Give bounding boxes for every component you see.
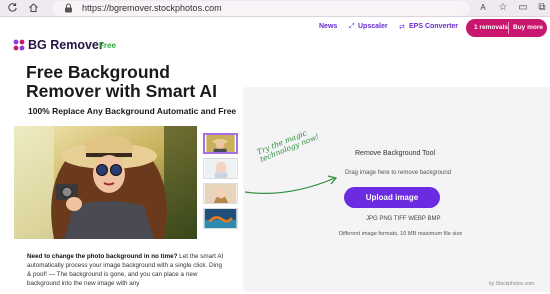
nav-news[interactable]: News xyxy=(319,23,337,30)
cta-divider xyxy=(508,22,509,34)
tool-title: Remove Background Tool xyxy=(355,150,436,157)
address-bar[interactable]: https://bgremover.stockphotos.com xyxy=(52,1,470,16)
read-aloud-icon[interactable]: A xyxy=(477,2,489,14)
drop-hint: Drag image here to remove background xyxy=(345,170,452,176)
nav-eps-converter[interactable]: EPS Converter xyxy=(409,23,458,30)
credit-link[interactable]: by Stockphotos.com xyxy=(489,281,534,287)
removals-cta[interactable]: 1 removals Buy more xyxy=(466,19,547,37)
upload-image-button[interactable]: Upload image xyxy=(344,187,440,208)
browser-toolbar: https://bgremover.stockphotos.com A ☆ ▭ … xyxy=(0,0,550,17)
supported-formats: JPG PNG TIFF WEBP BMP xyxy=(366,216,441,222)
url-text: https://bgremover.stockphotos.com xyxy=(82,3,222,13)
page-title: Free Background Remover with Smart AI xyxy=(26,62,217,101)
intro-paragraph: Need to change the photo background in n… xyxy=(27,252,225,288)
nav-upscaler[interactable]: Upscaler xyxy=(358,23,388,30)
upscaler-icon: ⤢ xyxy=(349,23,355,30)
refresh-icon[interactable] xyxy=(6,2,18,14)
sample-thumbnail[interactable] xyxy=(203,183,238,204)
favorite-icon[interactable]: ☆ xyxy=(497,2,509,14)
hero-photo xyxy=(14,126,197,239)
removals-count[interactable]: 1 removals xyxy=(474,24,508,31)
logo-name[interactable]: BG Remover xyxy=(28,38,104,52)
free-badge: Free xyxy=(99,41,116,50)
logo-icon[interactable] xyxy=(13,39,25,51)
file-size-note: Different image formats, 10 MB maximum f… xyxy=(339,231,463,237)
sample-thumbnail[interactable] xyxy=(203,208,238,229)
buy-more-button[interactable]: Buy more xyxy=(513,24,543,31)
sample-thumbnail[interactable] xyxy=(203,158,238,179)
sample-thumbnail[interactable] xyxy=(203,133,238,154)
arrow-icon xyxy=(244,175,338,194)
eps-converter-icon: ⇄ xyxy=(399,24,405,31)
lock-icon xyxy=(65,3,72,13)
page-subtitle: 100% Replace Any Background Automatic an… xyxy=(28,106,237,116)
extensions-icon[interactable]: ⧉ xyxy=(536,2,548,14)
reading-view-icon[interactable]: ▭ xyxy=(517,2,529,14)
intro-lead: Need to change the photo background in n… xyxy=(27,253,178,260)
home-icon[interactable] xyxy=(27,2,39,14)
